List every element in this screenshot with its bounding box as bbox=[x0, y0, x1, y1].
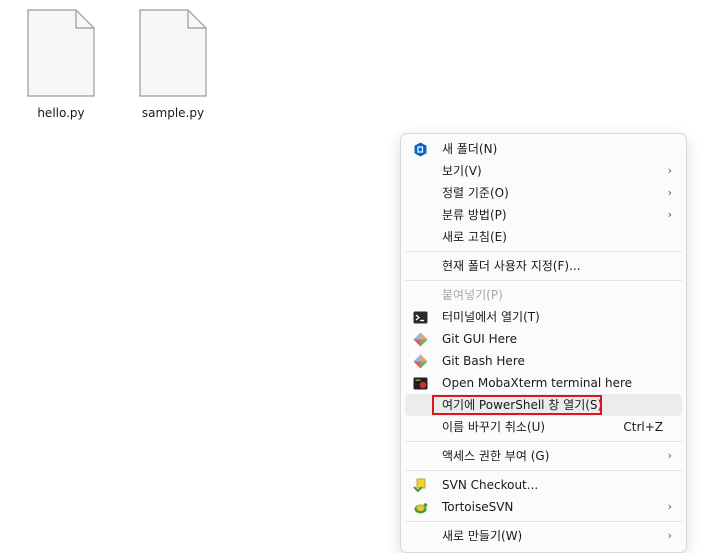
menu-item-label: Open MobaXterm terminal here bbox=[442, 376, 633, 390]
menu-item-view[interactable]: 보기(V) › bbox=[405, 160, 682, 182]
tortoisesvn-icon bbox=[413, 500, 428, 515]
menu-separator bbox=[405, 521, 682, 522]
menu-item-label: 정렬 기준(O) bbox=[442, 186, 509, 200]
menu-item-open-in-terminal[interactable]: 터미널에서 열기(T) bbox=[405, 306, 682, 328]
chevron-right-icon: › bbox=[667, 164, 672, 177]
menu-separator bbox=[405, 441, 682, 442]
menu-item-customize-folder[interactable]: 현재 폴더 사용자 지정(F)... bbox=[405, 255, 682, 277]
menu-item-label: 새 폴더(N) bbox=[442, 142, 498, 156]
menu-separator bbox=[405, 251, 682, 252]
menu-item-label: Git Bash Here bbox=[442, 354, 525, 368]
git-icon bbox=[413, 354, 428, 369]
menu-item-label: TortoiseSVN bbox=[442, 500, 514, 514]
menu-item-label: 여기에 PowerShell 창 열기(S) bbox=[442, 398, 603, 412]
context-menu: 새 폴더(N) 보기(V) › 정렬 기준(O) › 분류 방법(P) › 새로… bbox=[400, 133, 687, 553]
menu-item-label: 현재 폴더 사용자 지정(F)... bbox=[442, 259, 581, 273]
menu-item-open-powershell[interactable]: 여기에 PowerShell 창 열기(S) bbox=[405, 394, 682, 416]
menu-item-new-folder[interactable]: 새 폴더(N) bbox=[405, 138, 682, 160]
menu-separator bbox=[405, 280, 682, 281]
menu-item-label: 새로 만들기(W) bbox=[442, 529, 523, 543]
menu-item-give-access[interactable]: 액세스 권한 부여 (G) › bbox=[405, 445, 682, 467]
chevron-right-icon: › bbox=[667, 186, 672, 199]
svn-checkout-icon bbox=[413, 478, 428, 493]
menu-item-label: 새로 고침(E) bbox=[442, 230, 507, 244]
menu-item-git-bash-here[interactable]: Git Bash Here bbox=[405, 350, 682, 372]
chevron-right-icon: › bbox=[667, 529, 672, 542]
menu-item-label: 보기(V) bbox=[442, 164, 482, 178]
menu-item-open-mobaxterm[interactable]: Open MobaXterm terminal here bbox=[405, 372, 682, 394]
menu-item-group-by[interactable]: 분류 방법(P) › bbox=[405, 204, 682, 226]
menu-item-label: Git GUI Here bbox=[442, 332, 518, 346]
python-file-icon bbox=[27, 9, 95, 97]
menu-separator bbox=[405, 470, 682, 471]
file-name: sample.py bbox=[141, 106, 205, 120]
menu-item-label: 터미널에서 열기(T) bbox=[442, 310, 540, 324]
file-name: hello.py bbox=[37, 106, 85, 120]
menu-item-label: SVN Checkout... bbox=[442, 478, 539, 492]
terminal-icon bbox=[413, 310, 428, 325]
chevron-right-icon: › bbox=[667, 449, 672, 462]
mobaxterm-icon bbox=[413, 376, 428, 391]
menu-item-tortoisesvn[interactable]: TortoiseSVN › bbox=[405, 496, 682, 518]
menu-item-git-gui-here[interactable]: Git GUI Here bbox=[405, 328, 682, 350]
file-hello-py[interactable]: hello.py bbox=[18, 8, 104, 120]
menu-item-label: 분류 방법(P) bbox=[442, 208, 507, 222]
menu-item-refresh[interactable]: 새로 고침(E) bbox=[405, 226, 682, 248]
python-file-icon bbox=[139, 9, 207, 97]
menu-item-paste: 붙여넣기(P) bbox=[405, 284, 682, 306]
menu-item-label: 액세스 권한 부여 (G) bbox=[442, 449, 550, 463]
new-folder-icon bbox=[413, 142, 428, 157]
menu-item-label: 붙여넣기(P) bbox=[442, 288, 503, 302]
chevron-right-icon: › bbox=[667, 208, 672, 221]
chevron-right-icon: › bbox=[667, 500, 672, 513]
menu-item-new[interactable]: 새로 만들기(W) › bbox=[405, 525, 682, 547]
menu-item-svn-checkout[interactable]: SVN Checkout... bbox=[405, 474, 682, 496]
menu-item-sort-by[interactable]: 정렬 기준(O) › bbox=[405, 182, 682, 204]
menu-item-undo-rename[interactable]: 이름 바꾸기 취소(U) Ctrl+Z bbox=[405, 416, 682, 438]
file-sample-py[interactable]: sample.py bbox=[130, 8, 216, 120]
menu-item-label: 이름 바꾸기 취소(U) bbox=[442, 420, 546, 434]
git-icon bbox=[413, 332, 428, 347]
menu-item-shortcut: Ctrl+Z bbox=[623, 420, 663, 434]
